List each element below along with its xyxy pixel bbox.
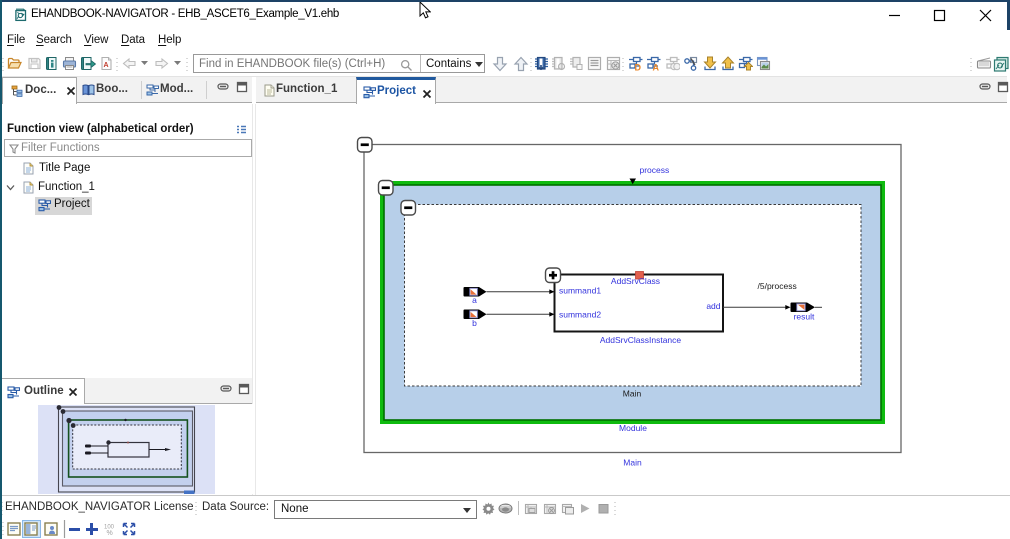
svg-text:b: b (472, 318, 477, 328)
svg-text:process: process (640, 165, 670, 175)
svg-text:a: a (472, 295, 477, 305)
svg-text:AddSrvClassInstance: AddSrvClassInstance (600, 335, 682, 345)
svg-text:%: % (107, 530, 113, 536)
svg-text:D: D (634, 63, 641, 72)
svg-text:/5/process: /5/process (758, 281, 797, 291)
svg-text:Main: Main (623, 458, 642, 468)
svg-text:result: result (794, 312, 815, 322)
svg-text:AddSrvClass: AddSrvClass (611, 276, 660, 286)
svg-text:A: A (103, 62, 108, 69)
svg-text:summand2: summand2 (559, 310, 601, 320)
svg-text:Main: Main (623, 389, 642, 399)
svg-text:summand1: summand1 (559, 286, 601, 296)
svg-text:Module: Module (619, 423, 647, 433)
svg-text:add: add (706, 301, 720, 311)
svg-text:A: A (653, 63, 660, 72)
